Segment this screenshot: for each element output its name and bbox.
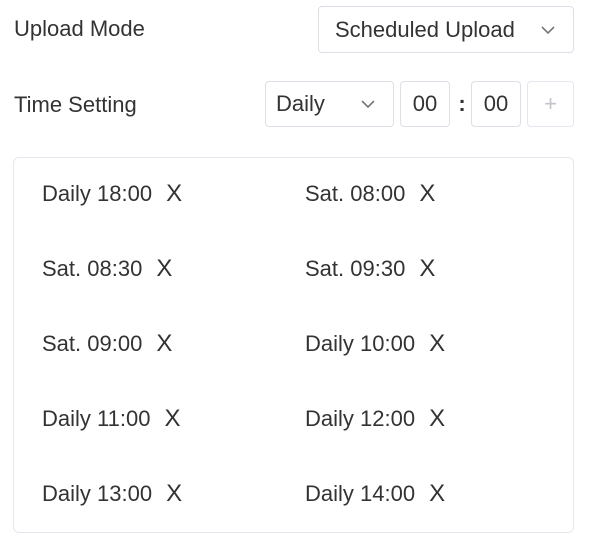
schedule-time: Daily 13:00 <box>42 481 153 506</box>
schedule-time: Sat. 09:30 <box>305 256 406 281</box>
remove-schedule-button[interactable]: X <box>429 480 445 508</box>
schedule-time: Sat. 08:00 <box>305 181 406 206</box>
schedule-item: Daily 12:00 X <box>305 405 445 433</box>
schedule-item: Daily 10:00 X <box>305 330 445 358</box>
chevron-down-icon <box>541 25 555 34</box>
frequency-value: Daily <box>276 91 325 116</box>
schedule-item: Sat. 08:30 X <box>42 255 172 283</box>
remove-schedule-button[interactable]: X <box>419 255 435 283</box>
remove-schedule-button[interactable]: X <box>166 180 182 208</box>
frequency-select[interactable]: Daily <box>265 81 394 127</box>
hour-input[interactable]: 00 <box>400 81 450 127</box>
schedule-item: Sat. 08:00 X <box>305 180 435 208</box>
schedule-item: Daily 11:00 X <box>42 405 180 433</box>
chevron-down-icon <box>361 100 375 109</box>
remove-schedule-button[interactable]: X <box>429 405 445 433</box>
schedule-time: Daily 11:00 <box>42 406 151 431</box>
schedule-item: Daily 14:00 X <box>305 480 445 508</box>
upload-mode-label: Upload Mode <box>14 16 145 41</box>
schedule-item: Daily 18:00 X <box>42 180 182 208</box>
remove-schedule-button[interactable]: X <box>156 255 172 283</box>
upload-mode-select[interactable]: Scheduled Upload <box>318 6 574 53</box>
remove-schedule-button[interactable]: X <box>166 480 182 508</box>
time-setting-label: Time Setting <box>14 92 137 117</box>
remove-schedule-button[interactable]: X <box>164 405 180 433</box>
remove-schedule-button[interactable]: X <box>419 180 435 208</box>
schedule-time: Sat. 08:30 <box>42 256 143 281</box>
schedule-time: Daily 10:00 <box>305 331 416 356</box>
remove-schedule-button[interactable]: X <box>156 330 172 358</box>
schedule-item: Sat. 09:00 X <box>42 330 172 358</box>
remove-schedule-button[interactable]: X <box>429 330 445 358</box>
schedule-time: Daily 12:00 <box>305 406 416 431</box>
schedule-time: Daily 18:00 <box>42 181 153 206</box>
schedule-item: Daily 13:00 X <box>42 480 182 508</box>
schedule-list: Daily 18:00 X Sat. 08:00 X Sat. 08:30 X … <box>13 157 574 533</box>
schedule-item: Sat. 09:30 X <box>305 255 435 283</box>
add-time-button[interactable]: + <box>527 81 574 127</box>
minute-input[interactable]: 00 <box>471 81 521 127</box>
schedule-time: Daily 14:00 <box>305 481 416 506</box>
time-separator: : <box>458 91 466 116</box>
upload-mode-value: Scheduled Upload <box>335 16 515 42</box>
schedule-time: Sat. 09:00 <box>42 331 143 356</box>
